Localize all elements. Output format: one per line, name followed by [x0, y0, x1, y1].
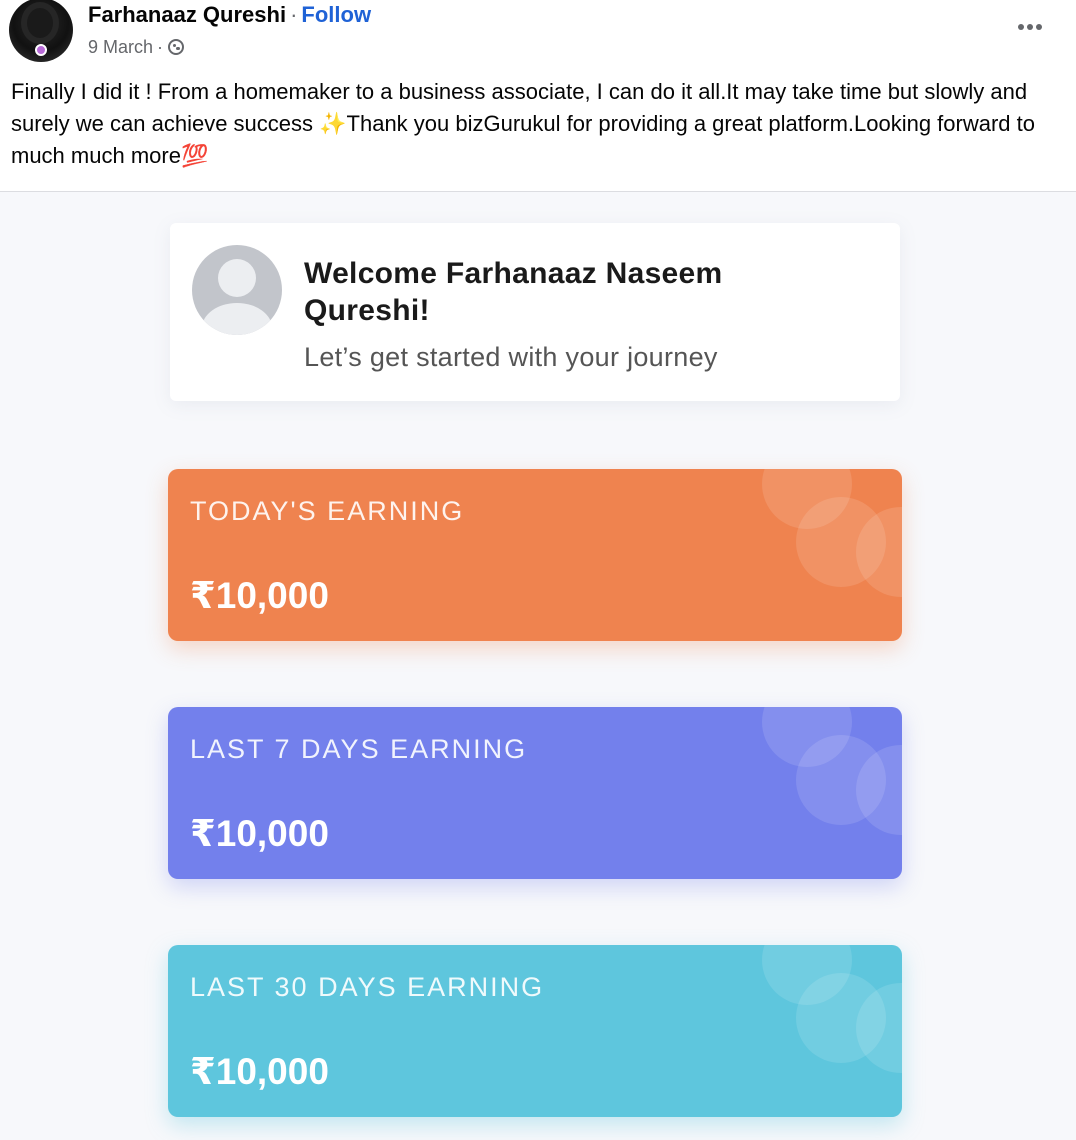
user-placeholder-icon — [192, 245, 282, 335]
earning-label: TODAY'S EARNING — [190, 496, 465, 526]
earning-label: LAST 7 DAYS EARNING — [190, 734, 528, 764]
author-avatar[interactable] — [9, 0, 73, 62]
post-meta: 9 March · — [88, 35, 185, 59]
welcome-subtitle: Let’s get started with your journey — [304, 342, 718, 372]
more-options-icon[interactable] — [1012, 16, 1048, 38]
post-header: Farhanaaz Qureshi · Follow 9 March · — [0, 0, 1076, 72]
earning-label: LAST 30 DAYS EARNING — [190, 972, 545, 1002]
post-text: Finally I did it ! From a homemaker to a… — [11, 79, 1035, 168]
last-30-days-earning-card: LAST 30 DAYS EARNING ₹10,000 — [168, 945, 902, 1117]
earning-amount: ₹10,000 — [190, 1051, 329, 1092]
post-date[interactable]: 9 March — [88, 35, 153, 59]
avatar-figure — [27, 8, 53, 38]
last-7-days-earning-card: LAST 7 DAYS EARNING ₹10,000 — [168, 707, 902, 879]
avatar-badge-icon — [35, 44, 47, 56]
follow-button[interactable]: Follow — [301, 2, 371, 27]
author-line: Farhanaaz Qureshi · Follow — [88, 2, 371, 28]
todays-earning-card: TODAY'S EARNING ₹10,000 — [168, 469, 902, 641]
earning-amount: ₹10,000 — [190, 813, 329, 854]
name-separator: · — [290, 2, 298, 27]
date-separator: · — [157, 37, 164, 57]
author-name[interactable]: Farhanaaz Qureshi — [88, 2, 286, 27]
globe-icon[interactable] — [168, 39, 185, 55]
welcome-title: Welcome Farhanaaz Naseem Qureshi! — [304, 257, 723, 327]
post-image[interactable]: Welcome Farhanaaz Naseem Qureshi! Let’s … — [0, 192, 1076, 1140]
welcome-card: Welcome Farhanaaz Naseem Qureshi! Let’s … — [170, 223, 900, 401]
earning-amount: ₹10,000 — [190, 575, 329, 616]
